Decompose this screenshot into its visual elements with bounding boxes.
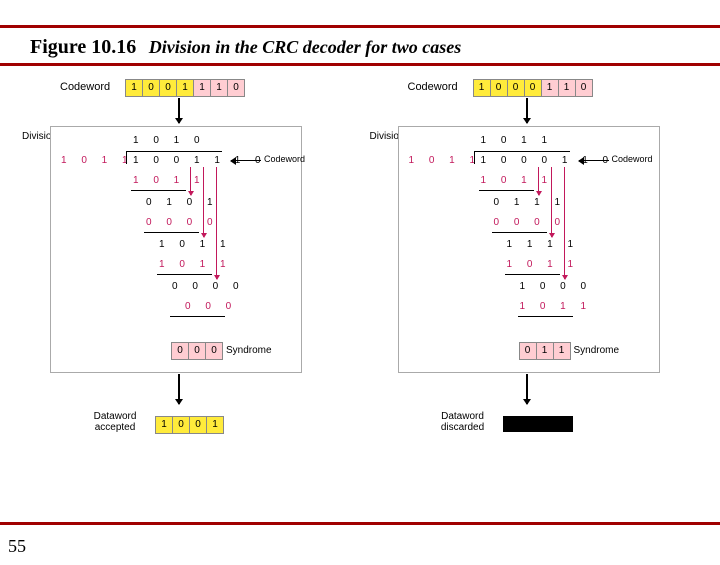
syndrome-label: Syndrome: [226, 345, 272, 356]
cw-label: Codeword: [612, 154, 653, 164]
step6: 1 0 0 0: [520, 281, 593, 292]
arrow-down-icon: [178, 374, 180, 404]
result-text: Dataword discarded: [428, 411, 498, 433]
codeword-bits: 1 0 0 1 1 1 0: [125, 79, 245, 97]
bring-down-arrow-icon: [190, 167, 191, 195]
figure-number: Figure 10.16: [30, 36, 136, 58]
bring-down-arrow-icon: [203, 167, 204, 237]
arrow-down-icon: [526, 374, 528, 404]
step4: 1 1 1 1: [507, 239, 580, 250]
codeword-arrow-icon: [579, 160, 609, 161]
diagram-content: Codeword 1 0 0 1 1 1 0 Division 1 0 1 0 …: [0, 66, 720, 486]
rule: [479, 190, 534, 191]
step2: 0 1 1 1: [494, 197, 567, 208]
codeword-label: Codeword: [60, 81, 110, 93]
rule: [492, 232, 547, 233]
step7: 1 0 1 1: [520, 301, 593, 312]
step6: 0 0 0 0: [172, 281, 245, 292]
step1: 1 0 1 1: [133, 175, 206, 186]
step5: 1 0 1 1: [159, 259, 232, 270]
syndrome-bits: 0 1 1: [519, 342, 571, 360]
step1: 1 0 1 1: [481, 175, 554, 186]
division-box: 1 0 1 1 1 0 1 1 1 0 0 0 1 1 0 Codeword 1…: [398, 126, 660, 373]
rule: [170, 316, 225, 317]
step3: 0 0 0 0: [146, 217, 219, 228]
step5: 1 0 1 1: [507, 259, 580, 270]
step3: 0 0 0 0: [494, 217, 567, 228]
step2: 0 1 0 1: [146, 197, 219, 208]
divisor: 1 0 1 1: [409, 155, 482, 166]
rule: [157, 274, 212, 275]
dataword-bits: 1 0 0 1: [155, 416, 224, 434]
codeword-bits: 1 0 0 0 1 1 0: [473, 79, 593, 97]
bring-down-arrow-icon: [564, 167, 565, 279]
page-number: 55: [8, 536, 26, 557]
bring-down-arrow-icon: [216, 167, 217, 279]
codeword-label: Codeword: [408, 81, 458, 93]
cw-label: Codeword: [264, 154, 305, 164]
quotient: 1 0 1 0: [133, 135, 206, 146]
syndrome-label: Syndrome: [574, 345, 620, 356]
rule: [505, 274, 560, 275]
arrow-down-icon: [178, 98, 180, 123]
divisor: 1 0 1 1: [61, 155, 134, 166]
syndrome-bits: 0 0 0: [171, 342, 223, 360]
step4: 1 0 1 1: [159, 239, 232, 250]
result-text: Dataword accepted: [80, 411, 150, 433]
codeword-arrow-icon: [231, 160, 261, 161]
figure-title: Division in the CRC decoder for two case…: [149, 37, 462, 57]
quotient: 1 0 1 1: [481, 135, 554, 146]
rule: [144, 232, 199, 233]
rule: [131, 190, 186, 191]
step7: 0 0 0: [185, 301, 237, 312]
right-panel: Codeword 1 0 0 0 1 1 0 Division 1 0 1 1 …: [368, 76, 701, 486]
division-box: 1 0 1 0 1 0 1 1 1 0 0 1 1 1 0 Codeword 1…: [50, 126, 302, 373]
arrow-down-icon: [526, 98, 528, 123]
figure-header: Figure 10.16 Division in the CRC decoder…: [0, 28, 720, 63]
bottom-rule: [0, 522, 720, 525]
bring-down-arrow-icon: [538, 167, 539, 195]
discarded-box: [503, 416, 573, 432]
rule: [518, 316, 573, 317]
bring-down-arrow-icon: [551, 167, 552, 237]
left-panel: Codeword 1 0 0 1 1 1 0 Division 1 0 1 0 …: [20, 76, 353, 486]
